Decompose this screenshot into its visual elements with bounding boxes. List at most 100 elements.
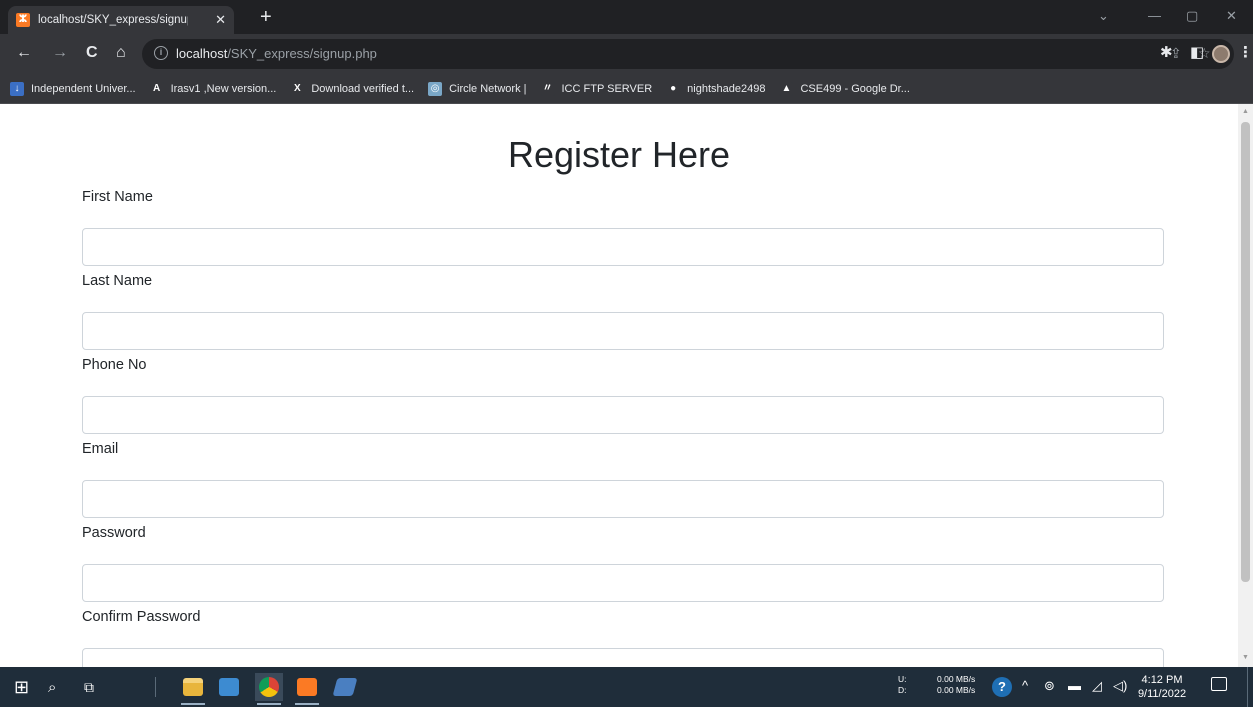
password-input[interactable] [82,564,1164,602]
file-explorer-icon[interactable] [179,673,207,705]
bookmark-item[interactable]: ◎ Circle Network | [428,81,527,96]
reload-button[interactable]: C [86,44,98,62]
bookmark-label: Independent Univer... [31,82,136,95]
phone-input[interactable] [82,396,1164,434]
download-speed: 0.00 MB/s [937,685,976,695]
first-name-group: First Name [82,189,1164,266]
maximize-button[interactable]: ▢ [1186,8,1198,24]
bookmark-item[interactable]: X Download verified t... [290,81,415,96]
x-icon: X [290,81,305,96]
bookmark-label: Irasv1 ,New version... [170,82,277,95]
university-icon: ↓ [10,81,24,96]
clock-time: 4:12 PM [1141,674,1183,686]
extensions-icon[interactable]: ✱ [1160,44,1173,62]
bookmark-item[interactable]: A Irasv1 ,New version... [149,81,277,96]
notification-icon[interactable] [1211,677,1227,691]
taskbar-clock[interactable]: 4:12 PM 9/11/2022 [1134,673,1190,701]
chrome-icon[interactable] [255,673,283,705]
github-icon: ● [666,81,681,96]
xampp-icon[interactable] [293,673,321,705]
url-host: localhost [176,46,228,61]
profile-avatar[interactable] [1212,45,1230,63]
running-indicator [257,703,281,705]
bookmark-label: Download verified t... [311,82,415,95]
battery-icon[interactable]: ▬ [1068,678,1081,694]
windows-start-icon[interactable]: ⊞ [14,675,29,699]
confirm-password-input[interactable] [82,648,1164,667]
taskbar-divider [155,677,156,697]
url-text[interactable]: localhost/SKY_express/signup.php [176,46,377,61]
bookmark-label: Circle Network | [449,82,527,95]
a-icon: A [149,81,164,96]
icc-icon: 〃 [540,81,555,96]
task-view-icon[interactable]: ⧉ [84,675,94,699]
url-path: /SKY_express/signup.php [227,46,377,61]
first-name-input[interactable] [82,228,1164,266]
bookmarks-bar: ↓ Independent Univer... A Irasv1 ,New versi… [0,74,1253,104]
chevron-up-icon[interactable]: ^ [1022,678,1028,694]
mail-icon[interactable] [215,673,243,701]
forward-button[interactable]: → [52,44,68,62]
xampp-favicon-icon: ⵣ [16,13,30,27]
search-icon[interactable]: ⌕ [48,675,56,699]
bookmark-label: CSE499 - Google Dr... [800,82,910,95]
email-input[interactable] [82,480,1164,518]
browser-toolbar: ← → C ⌂ i localhost/SKY_express/signup.p… [0,34,1253,74]
google-drive-icon: ▲ [779,81,794,96]
bookmark-label: nightshade2498 [687,82,766,95]
show-desktop-button[interactable] [1247,667,1253,707]
net-speed-values: 0.00 MB/s 0.00 MB/s [937,674,975,696]
email-label: Email [82,441,119,457]
site-info-icon[interactable]: i [154,46,168,60]
new-tab-button[interactable]: + [260,6,272,28]
windows-taskbar: ⊞ ⌕ ⧉ U: D: 0.00 MB/s 0.00 MB/s ? ^ ⊚ ▬ … [0,667,1253,707]
close-tab-icon[interactable]: ✕ [215,12,226,28]
tab-search-icon[interactable]: ⌄ [1098,8,1109,24]
clock-date: 9/11/2022 [1137,688,1187,700]
email-group: Email [82,441,1164,518]
running-indicator [181,703,205,705]
help-icon[interactable]: ? [992,677,1012,697]
scroll-up-arrow-icon[interactable]: ▲ [1242,108,1249,115]
page-title: Register Here [507,134,731,175]
last-name-group: Last Name [82,273,1164,350]
page-scrollbar[interactable]: ▲ ▼ [1238,104,1253,667]
running-indicator [295,703,319,705]
app-icon[interactable] [331,673,359,701]
meet-now-icon[interactable]: ⊚ [1044,678,1055,694]
side-panel-icon[interactable]: ◧ [1190,44,1204,62]
scrollbar-thumb[interactable] [1241,122,1250,582]
phone-group: Phone No [82,357,1164,434]
phone-label: Phone No [82,357,147,373]
bookmark-item[interactable]: ● nightshade2498 [666,81,766,96]
home-button[interactable]: ⌂ [116,44,126,62]
back-button[interactable]: ← [16,44,32,62]
scroll-down-arrow-icon[interactable]: ▼ [1242,654,1249,661]
password-group: Password [82,525,1164,602]
upload-speed: 0.00 MB/s [937,674,976,684]
minimize-button[interactable]: — [1148,8,1161,23]
wifi-icon[interactable]: ◿ [1092,678,1102,694]
net-speed-labels: U: D: [898,674,907,696]
first-name-label: First Name [82,189,153,205]
browser-tab[interactable]: ⵣ localhost/SKY_express/signup.ph ✕ [8,6,234,34]
upload-label: U: [898,674,907,684]
page-content: Register Here First Name Last Name Phone… [0,104,1238,667]
last-name-input[interactable] [82,312,1164,350]
download-label: D: [898,685,907,695]
browser-titlebar: ⵣ localhost/SKY_express/signup.ph ✕ + ⌄ … [0,0,1253,34]
circle-network-icon: ◎ [428,81,443,96]
volume-icon[interactable]: ◁) [1113,678,1127,694]
address-bar[interactable]: i localhost/SKY_express/signup.php ⇪ ☆ [142,39,1234,69]
close-window-button[interactable]: ✕ [1226,8,1237,24]
password-label: Password [82,525,146,541]
last-name-label: Last Name [82,273,153,289]
bookmark-label: ICC FTP SERVER [561,82,653,95]
confirm-password-group: Confirm Password [82,609,1164,667]
tab-title: localhost/SKY_express/signup.ph [38,14,188,26]
browser-menu-icon[interactable]: ⋮ [1238,44,1253,62]
bookmark-item[interactable]: ↓ Independent Univer... [10,81,136,96]
bookmark-item[interactable]: 〃 ICC FTP SERVER [540,81,653,96]
confirm-password-label: Confirm Password [82,609,201,625]
bookmark-item[interactable]: ▲ CSE499 - Google Dr... [779,81,910,96]
